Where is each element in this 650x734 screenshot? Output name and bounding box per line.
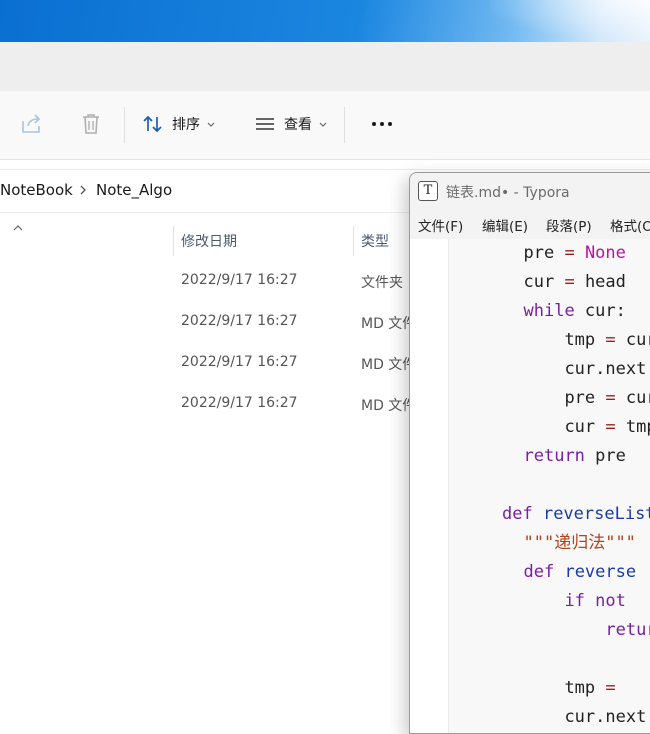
code-line: return pre: [524, 444, 626, 468]
chevron-down-icon: [206, 119, 216, 129]
code-token: tmp: [524, 678, 606, 698]
code-token: pre: [585, 446, 626, 466]
view-button[interactable]: 查看: [254, 109, 328, 139]
code-token: return: [524, 446, 585, 466]
file-modified-date: 2022/9/17 16:27: [181, 395, 298, 411]
typora-menu-bar: 文件(F) 编辑(E) 段落(P) 格式(O): [410, 209, 650, 239]
breadcrumb-note-algo[interactable]: Note_Algo: [96, 181, 172, 199]
file-type: 文件夹: [361, 272, 403, 292]
code-line: cur = head: [524, 270, 626, 294]
typora-window-title: 链表.md• - Typora: [446, 182, 570, 202]
code-token: =: [605, 330, 615, 350]
code-token: cur.next: [616, 330, 650, 350]
code-line: def reverse: [524, 560, 637, 584]
code-block[interactable]: pre = Nonecur = headwhile cur: tmp = cur…: [448, 239, 650, 733]
view-list-icon: [254, 113, 276, 135]
typora-window[interactable]: T 链表.md• - Typora 文件(F) 编辑(E) 段落(P) 格式(O…: [409, 172, 650, 734]
file-modified-date: 2022/9/17 16:27: [181, 313, 298, 329]
code-token: head: [575, 272, 626, 292]
code-token: tmp: [524, 330, 606, 350]
code-token: cur:: [575, 301, 626, 321]
code-token: pre: [524, 388, 606, 408]
code-line: while cur:: [524, 299, 626, 323]
code-token: while: [524, 301, 575, 321]
sort-ascending-icon: [12, 222, 24, 232]
code-token: reverseList: [533, 504, 650, 524]
code-line: tmp = cur.next: [524, 328, 650, 352]
code-line: pre = None: [524, 241, 626, 265]
code-token: cur: [524, 272, 565, 292]
sort-icon: [142, 113, 164, 135]
more-options-button[interactable]: [370, 109, 394, 139]
code-token: =: [605, 417, 615, 437]
menu-file[interactable]: 文件(F): [418, 215, 463, 235]
code-token: None: [575, 243, 626, 263]
code-token: cur.next: [524, 707, 647, 727]
menu-format[interactable]: 格式(O): [610, 215, 650, 235]
code-token: def: [524, 562, 555, 582]
toolbar-divider: [344, 107, 345, 143]
sort-button[interactable]: 排序: [142, 109, 216, 139]
chevron-right-icon: [78, 183, 88, 197]
code-token: cur.next: [524, 359, 650, 379]
view-label: 查看: [284, 114, 312, 134]
code-token: not: [585, 591, 626, 611]
column-divider[interactable]: [173, 226, 174, 256]
code-line: if not: [524, 589, 626, 613]
code-token: reverse: [554, 562, 636, 582]
code-token: tmp: [616, 417, 650, 437]
code-token: pre: [524, 243, 565, 263]
code-line: def reverseList: [502, 502, 650, 526]
code-token: cur: [616, 388, 650, 408]
code-token: if: [524, 591, 585, 611]
code-token: """递归法""": [524, 533, 636, 553]
share-icon[interactable]: [18, 111, 44, 137]
toolbar-divider: [124, 107, 125, 143]
code-line: tmp =: [524, 676, 616, 700]
tab-strip: [0, 42, 650, 91]
breadcrumb-notebook[interactable]: NoteBook: [0, 181, 73, 199]
code-line: """递归法""": [524, 531, 636, 555]
code-token: =: [605, 388, 615, 408]
column-divider[interactable]: [353, 226, 354, 256]
explorer-toolbar: 排序 查看: [0, 91, 650, 160]
code-token: =: [564, 272, 574, 292]
code-token: =: [605, 678, 615, 698]
code-token: =: [564, 243, 574, 263]
code-line: cur.next: [524, 705, 647, 729]
typora-logo-icon: T: [418, 181, 438, 201]
code-token: def: [502, 504, 533, 524]
sort-label: 排序: [172, 114, 200, 134]
code-line: cur = tmp: [524, 415, 650, 439]
file-modified-date: 2022/9/17 16:27: [181, 272, 298, 288]
column-header-type[interactable]: 类型: [361, 231, 389, 251]
file-modified-date: 2022/9/17 16:27: [181, 354, 298, 370]
code-token: cur: [524, 417, 606, 437]
desktop-wallpaper: [0, 0, 650, 42]
more-icon: [370, 112, 394, 136]
menu-edit[interactable]: 编辑(E): [482, 215, 528, 235]
code-line: pre = cur: [524, 386, 650, 410]
code-token: return: [524, 620, 650, 640]
column-header-modified[interactable]: 修改日期: [181, 231, 237, 251]
code-line: cur.next = pre: [524, 357, 650, 381]
code-line: return: [524, 618, 650, 642]
chevron-down-icon: [318, 119, 328, 129]
delete-icon[interactable]: [78, 111, 104, 137]
menu-paragraph[interactable]: 段落(P): [546, 215, 592, 235]
typora-title-bar[interactable]: T 链表.md• - Typora: [410, 173, 650, 209]
typora-editor[interactable]: pre = Nonecur = headwhile cur: tmp = cur…: [410, 239, 650, 733]
